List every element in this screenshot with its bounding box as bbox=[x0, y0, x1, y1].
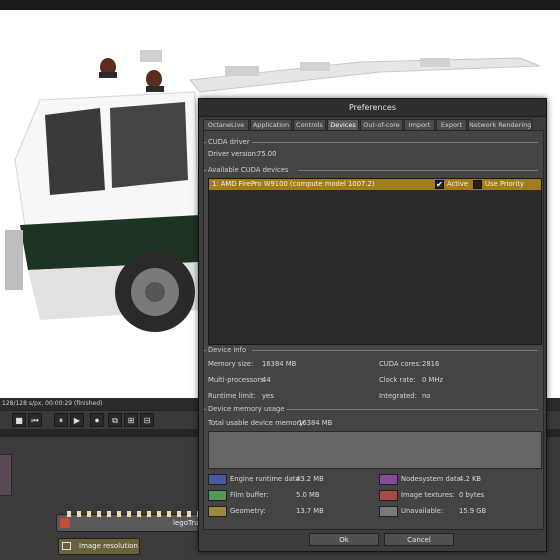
clock-rate-label: Clock rate: bbox=[379, 376, 416, 384]
use-priority-checkbox[interactable] bbox=[473, 180, 482, 189]
geometry-swatch bbox=[208, 506, 227, 517]
film-region-button[interactable]: ⊟ bbox=[140, 413, 154, 427]
start-button[interactable]: ▶ bbox=[70, 413, 84, 427]
geometry-value: 13.7 MB bbox=[296, 507, 324, 515]
ok-button[interactable]: Ok bbox=[309, 533, 379, 546]
device-row[interactable]: 1: AMD FirePro W9100 (compute model 1007… bbox=[209, 179, 541, 190]
memory-usage-header: Device memory usage bbox=[203, 405, 285, 413]
available-devices-header: Available CUDA devices bbox=[203, 166, 289, 174]
tab-application[interactable]: Application bbox=[250, 119, 292, 130]
runtime-limit-label: Runtime limit: bbox=[208, 392, 256, 400]
memory-usage-bar bbox=[208, 431, 542, 469]
driver-version-value: 75.00 bbox=[257, 150, 277, 158]
total-memory-value: 16384 MB bbox=[298, 419, 333, 427]
engine-runtime-swatch bbox=[208, 474, 227, 485]
integrated-label: Integrated: bbox=[379, 392, 417, 400]
multiprocessors-label: Multi-processors: bbox=[208, 376, 266, 384]
image-icon bbox=[62, 542, 71, 550]
clock-rate-value: 0 MHz bbox=[422, 376, 444, 384]
unavailable-swatch bbox=[379, 506, 398, 517]
pause-button[interactable]: ⏸ bbox=[54, 413, 68, 427]
film-buffer-swatch bbox=[208, 490, 227, 501]
record-button[interactable]: ⏺ bbox=[90, 413, 104, 427]
tab-network-rendering[interactable]: Network Rendering bbox=[468, 119, 532, 130]
cuda-cores-value: 2816 bbox=[422, 360, 440, 368]
engine-runtime-value: 43.2 MB bbox=[296, 475, 324, 483]
clay-mode-button[interactable]: ⧉ bbox=[108, 413, 122, 427]
driver-version-label: Driver version: bbox=[208, 150, 259, 158]
nodesystem-value: 4.2 KB bbox=[459, 475, 482, 483]
integrated-value: no bbox=[422, 392, 431, 400]
film-buffer-label: Film buffer: bbox=[230, 491, 269, 499]
tab-controls[interactable]: Controls bbox=[293, 119, 326, 130]
stop-button[interactable]: ■ bbox=[12, 413, 26, 427]
preferences-tabs: OctaneLive Application Controls Devices … bbox=[203, 119, 543, 130]
devices-panel: CUDA driver Driver version: 75.00 Availa… bbox=[203, 130, 544, 530]
active-checkbox[interactable]: ✔ bbox=[435, 180, 444, 189]
tab-devices[interactable]: Devices bbox=[327, 119, 359, 130]
image-resolution-node[interactable]: Image resolution bbox=[58, 538, 140, 555]
section-divider bbox=[252, 142, 538, 143]
section-divider bbox=[298, 170, 538, 171]
film-buffer-value: 5.0 MB bbox=[296, 491, 320, 499]
unavailable-label: Unavailable: bbox=[401, 507, 444, 515]
section-divider bbox=[286, 409, 538, 410]
section-divider bbox=[252, 350, 538, 351]
device-name: 1: AMD FirePro W9100 (compute model 1007… bbox=[212, 180, 375, 188]
mesh-node[interactable]: legoTruc bbox=[56, 511, 218, 532]
memory-size-label: Memory size: bbox=[208, 360, 254, 368]
tab-export[interactable]: Export bbox=[436, 119, 467, 130]
multiprocessors-value: 44 bbox=[262, 376, 271, 384]
dialog-title: Preferences bbox=[199, 99, 546, 117]
mesh-icon bbox=[60, 518, 70, 528]
use-priority-label: Use Priority bbox=[485, 180, 525, 188]
nodesystem-label: Nodesystem data: bbox=[401, 475, 464, 483]
image-textures-label: Image textures: bbox=[401, 491, 455, 499]
geometry-label: Geometry: bbox=[230, 507, 266, 515]
device-list[interactable]: 1: AMD FirePro W9100 (compute model 1007… bbox=[208, 178, 542, 345]
cuda-driver-header: CUDA driver bbox=[204, 138, 250, 146]
device-info-header: Device info bbox=[203, 346, 247, 354]
region-render-button[interactable]: ⊞ bbox=[124, 413, 138, 427]
restart-button[interactable]: ⏮ bbox=[28, 413, 42, 427]
active-label: Active bbox=[447, 180, 469, 188]
memory-size-value: 16384 MB bbox=[262, 360, 297, 368]
engine-runtime-label: Engine runtime data: bbox=[230, 475, 302, 483]
total-memory-label: Total usable device memory: bbox=[208, 419, 306, 427]
unavailable-value: 15.9 GB bbox=[459, 507, 487, 515]
image-textures-swatch bbox=[379, 490, 398, 501]
image-textures-value: 0 bytes bbox=[459, 491, 485, 499]
graph-node-partial[interactable] bbox=[0, 454, 12, 496]
cuda-cores-label: CUDA cores: bbox=[379, 360, 422, 368]
cancel-button[interactable]: Cancel bbox=[384, 533, 454, 546]
preferences-dialog: Preferences OctaneLive Application Contr… bbox=[198, 98, 547, 552]
tab-import[interactable]: Import bbox=[404, 119, 435, 130]
image-resolution-label: Image resolution bbox=[79, 542, 138, 550]
tab-octanelive[interactable]: OctaneLive bbox=[203, 119, 249, 130]
runtime-limit-value: yes bbox=[262, 392, 274, 400]
nodesystem-swatch bbox=[379, 474, 398, 485]
tab-out-of-core[interactable]: Out-of-core bbox=[360, 119, 403, 130]
